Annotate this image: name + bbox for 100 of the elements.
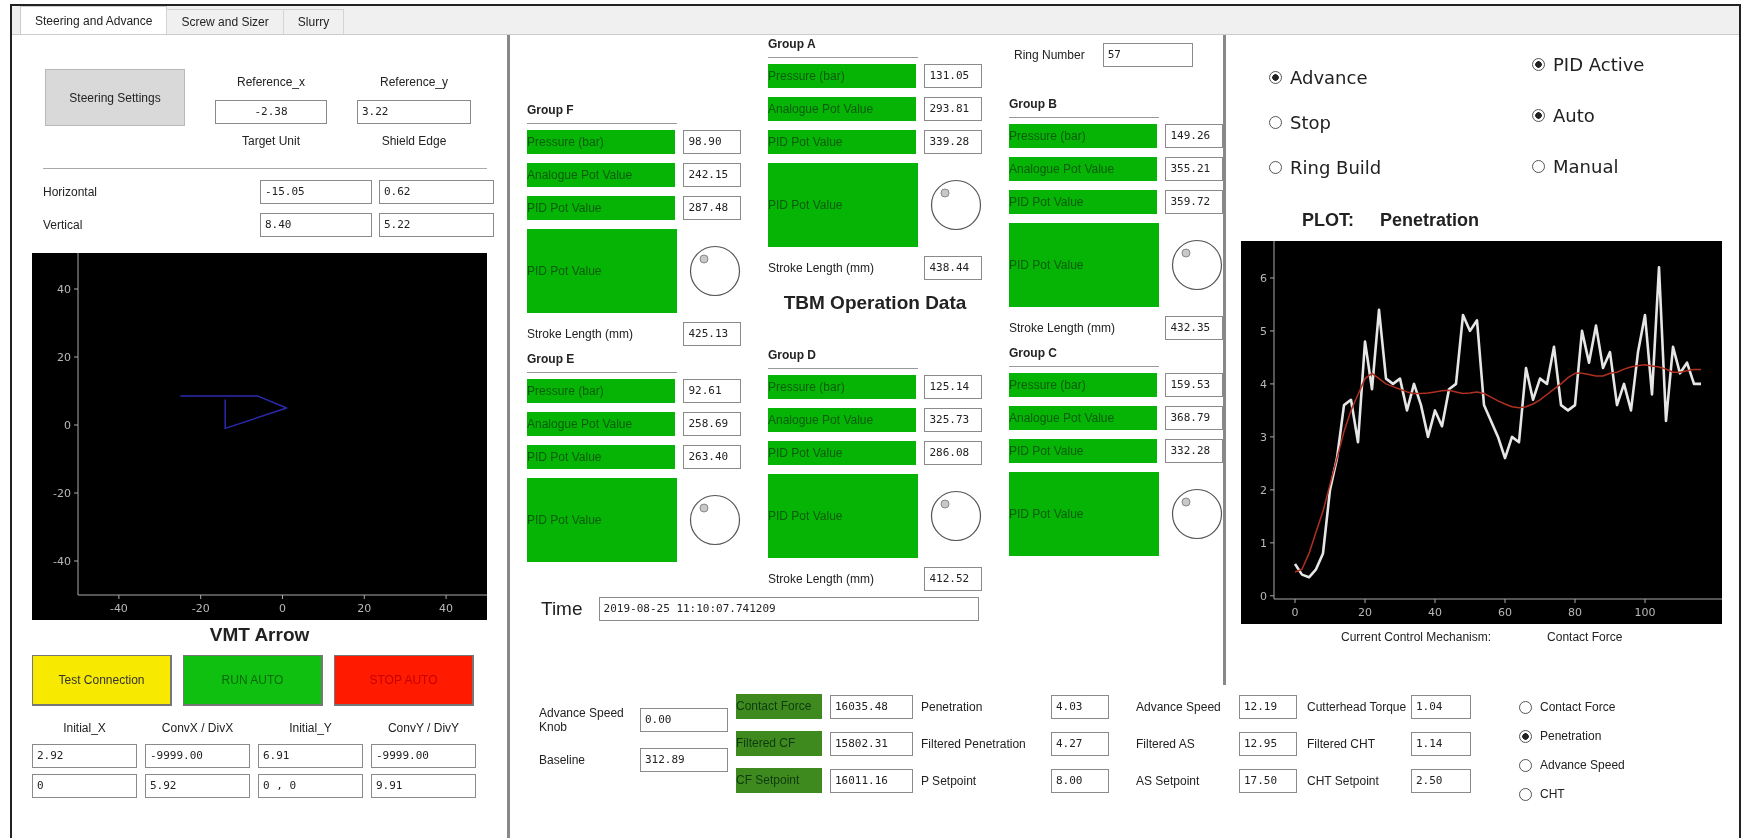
dial-icon[interactable] bbox=[1171, 239, 1223, 291]
value-field[interactable]: 5.92 bbox=[145, 774, 250, 798]
value-field[interactable]: 57 bbox=[1102, 43, 1193, 67]
value-field[interactable]: 1.14 bbox=[1411, 731, 1471, 756]
radio-button[interactable] bbox=[1269, 116, 1282, 129]
radio-label[interactable]: Advance bbox=[1290, 67, 1368, 88]
value-field[interactable]: 131.05 bbox=[924, 64, 982, 88]
value-field[interactable]: 15802.31 bbox=[830, 731, 913, 756]
value-field[interactable]: 312.89 bbox=[640, 748, 728, 772]
value-field[interactable]: 16035.48 bbox=[830, 694, 913, 719]
radio-button[interactable] bbox=[1519, 729, 1532, 743]
radio-button[interactable] bbox=[1519, 758, 1532, 772]
steering-settings-button[interactable]: Steering Settings bbox=[45, 69, 185, 126]
radio-button[interactable] bbox=[1532, 160, 1545, 173]
radio-button[interactable] bbox=[1519, 700, 1532, 714]
radio-button[interactable] bbox=[1532, 109, 1545, 122]
value-field[interactable]: 0.62 bbox=[379, 180, 494, 204]
value-field[interactable]: 0 , 0 bbox=[258, 774, 363, 798]
value-field[interactable]: 3.22 bbox=[357, 100, 471, 125]
value-field[interactable]: -2.38 bbox=[215, 100, 327, 125]
value-field[interactable]: -15.05 bbox=[260, 180, 372, 204]
value-field[interactable]: 287.48 bbox=[683, 196, 741, 220]
value-field[interactable]: 1.04 bbox=[1411, 694, 1471, 719]
value-field[interactable]: -9999.00 bbox=[145, 744, 250, 768]
value-field[interactable]: 4.27 bbox=[1051, 731, 1109, 756]
radio-button[interactable] bbox=[1269, 161, 1282, 174]
value-field[interactable]: 263.40 bbox=[683, 445, 741, 469]
value-field[interactable]: 432.35 bbox=[1165, 316, 1223, 340]
tab[interactable]: Slurry bbox=[282, 9, 345, 34]
radio-label[interactable]: CHT bbox=[1540, 787, 1565, 801]
value-field[interactable]: 12.95 bbox=[1239, 731, 1297, 756]
value-field[interactable]: 242.15 bbox=[683, 163, 741, 187]
value-field[interactable]: 2019-08-25 11:10:07.741209 bbox=[598, 597, 979, 621]
tab[interactable]: Steering and Advance bbox=[20, 6, 168, 34]
metric-label: Filtered CHT bbox=[1307, 736, 1376, 751]
field-label: Stroke Length (mm) bbox=[768, 261, 876, 275]
reading-label: Pressure (bar) bbox=[768, 375, 917, 399]
action-button[interactable]: Test Connection bbox=[32, 655, 172, 706]
dial-icon[interactable] bbox=[1171, 488, 1223, 540]
tick-label: 4 bbox=[1260, 377, 1267, 391]
radio-label[interactable]: Contact Force bbox=[1540, 700, 1616, 714]
value-field[interactable]: 412.52 bbox=[924, 567, 982, 591]
value-field[interactable]: 17.50 bbox=[1239, 768, 1297, 793]
value-field[interactable]: 159.53 bbox=[1165, 373, 1223, 397]
value-field[interactable]: 293.81 bbox=[924, 97, 982, 121]
dial-icon[interactable] bbox=[930, 179, 982, 231]
value-field[interactable]: 6.91 bbox=[258, 744, 363, 768]
column-header: Initial_Y bbox=[288, 720, 333, 737]
value-field[interactable]: -9999.00 bbox=[371, 744, 476, 768]
radio-label[interactable]: Stop bbox=[1290, 112, 1331, 133]
radio-label[interactable]: Ring Build bbox=[1290, 157, 1382, 178]
dial-icon[interactable] bbox=[930, 490, 982, 542]
value-field[interactable]: 438.44 bbox=[924, 256, 982, 280]
value-field[interactable]: 332.28 bbox=[1165, 439, 1223, 463]
value-field[interactable]: 355.21 bbox=[1165, 157, 1223, 181]
value-field[interactable]: 2.92 bbox=[32, 744, 137, 768]
reading-label: PID Pot Value bbox=[527, 196, 676, 220]
reading-label: PID Pot Value bbox=[1009, 223, 1159, 307]
value-field[interactable]: 149.26 bbox=[1165, 124, 1223, 148]
reading-label: PID Pot Value bbox=[527, 445, 676, 469]
tick-label: -20 bbox=[191, 602, 210, 615]
value-field[interactable]: 0 bbox=[32, 774, 137, 798]
value-field[interactable]: 0.00 bbox=[640, 708, 728, 732]
value-field[interactable]: 359.72 bbox=[1165, 190, 1223, 214]
radio-button[interactable] bbox=[1269, 71, 1282, 84]
value-field[interactable]: 8.00 bbox=[1051, 768, 1109, 793]
field-label: Reference_y bbox=[378, 73, 449, 91]
value-field[interactable]: 2.50 bbox=[1411, 768, 1471, 793]
value-field[interactable]: 258.69 bbox=[683, 412, 741, 436]
radio-label[interactable]: Penetration bbox=[1540, 729, 1602, 743]
value-field[interactable]: 16011.16 bbox=[830, 768, 913, 793]
value-field[interactable]: 368.79 bbox=[1165, 406, 1223, 430]
radio-label[interactable]: Manual bbox=[1553, 156, 1619, 177]
value-field[interactable]: 9.91 bbox=[371, 774, 476, 798]
radio-button[interactable] bbox=[1532, 58, 1545, 71]
radio-button[interactable] bbox=[1519, 787, 1532, 801]
tick-label: 20 bbox=[357, 602, 372, 615]
value-field[interactable]: 8.40 bbox=[260, 213, 372, 237]
radio-label[interactable]: Auto bbox=[1553, 105, 1595, 126]
value-field[interactable]: 125.14 bbox=[924, 375, 982, 399]
value-field[interactable]: 92.61 bbox=[683, 379, 741, 403]
reading-label: PID Pot Value bbox=[527, 229, 677, 313]
radio-label[interactable]: PID Active bbox=[1553, 54, 1645, 75]
tick-label: 6 bbox=[1260, 271, 1267, 285]
value-field[interactable]: 339.28 bbox=[924, 130, 982, 154]
tab[interactable]: Screw and Sizer bbox=[166, 9, 284, 34]
metric-label: Filtered Penetration bbox=[921, 736, 1027, 751]
field-label: Stroke Length (mm) bbox=[527, 327, 635, 341]
radio-label[interactable]: Advance Speed bbox=[1540, 758, 1625, 772]
value-field[interactable]: 98.90 bbox=[683, 130, 741, 154]
value-field[interactable]: 286.08 bbox=[924, 441, 982, 465]
dial-icon[interactable] bbox=[689, 245, 741, 297]
reading-label: PID Pot Value bbox=[768, 441, 917, 465]
value-field[interactable]: 425.13 bbox=[683, 322, 741, 346]
value-field[interactable]: 5.22 bbox=[379, 213, 494, 237]
value-field[interactable]: 325.73 bbox=[924, 408, 982, 432]
dial-icon[interactable] bbox=[689, 494, 741, 546]
value-field[interactable]: 12.19 bbox=[1239, 694, 1297, 719]
tick-label: -40 bbox=[53, 555, 71, 568]
value-field[interactable]: 4.03 bbox=[1051, 694, 1109, 719]
